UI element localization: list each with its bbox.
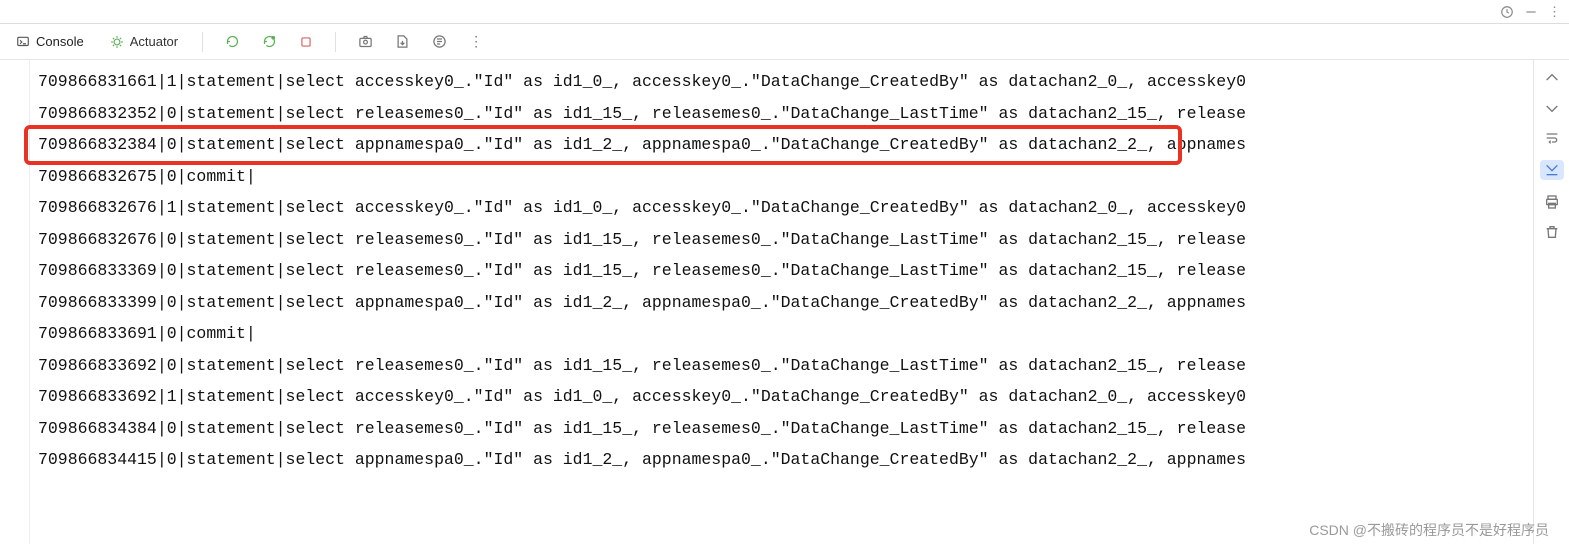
console-log-area[interactable]: 709866831661|1|statement|select accesske… [30,60,1533,544]
scroll-up-icon[interactable] [1544,70,1560,86]
rerun-failed-button[interactable] [258,32,281,51]
stop-button[interactable] [295,33,317,51]
log-line: 709866831661|1|statement|select accesske… [38,66,1525,98]
watermark: CSDN @不搬砖的程序员不是好程序员 [1309,520,1549,540]
toolbar-divider [202,32,203,52]
more-actions-button[interactable]: ⋮ [465,31,487,52]
recent-icon[interactable] [1500,5,1514,19]
right-editor-gutter [1533,60,1569,544]
tab-actuator-label: Actuator [130,34,178,49]
export-button[interactable] [391,32,414,51]
rerun-button[interactable] [221,32,244,51]
log-line: 709866833399|0|statement|select appnames… [38,287,1525,319]
log-line: 709866832384|0|statement|select appnames… [38,129,1525,161]
filter-button[interactable] [428,32,451,51]
log-line: 709866833691|0|commit| [38,318,1525,350]
log-line: 709866832352|0|statement|select releasem… [38,98,1525,130]
toolbar-divider [335,32,336,52]
scroll-end-icon[interactable] [1540,160,1564,180]
log-line: 709866832676|1|statement|select accesske… [38,192,1525,224]
log-line: 709866832675|0|commit| [38,161,1525,193]
clear-icon[interactable] [1544,224,1560,240]
log-line: 709866834415|0|statement|select appnames… [38,444,1525,476]
more-icon[interactable]: ⋮ [1548,4,1561,20]
log-line: 709866833692|1|statement|select accesske… [38,381,1525,413]
tab-console[interactable]: Console [10,30,90,53]
console-toolbar: Console Actuator ⋮ [0,24,1569,60]
actuator-icon [110,35,124,49]
log-line: 709866833369|0|statement|select releasem… [38,255,1525,287]
tab-actuator[interactable]: Actuator [104,30,184,53]
log-line: 709866832676|0|statement|select releasem… [38,224,1525,256]
scroll-down-icon[interactable] [1544,100,1560,116]
main-area: 709866831661|1|statement|select accesske… [0,60,1569,544]
soft-wrap-icon[interactable] [1544,130,1560,146]
log-line: 709866834384|0|statement|select releasem… [38,413,1525,445]
minimize-icon[interactable] [1524,5,1538,19]
window-titlebar: ⋮ [0,0,1569,24]
screenshot-button[interactable] [354,32,377,51]
print-icon[interactable] [1544,194,1560,210]
log-line: 709866833692|0|statement|select releasem… [38,350,1525,382]
tab-console-label: Console [36,34,84,49]
left-gutter[interactable] [0,60,30,544]
